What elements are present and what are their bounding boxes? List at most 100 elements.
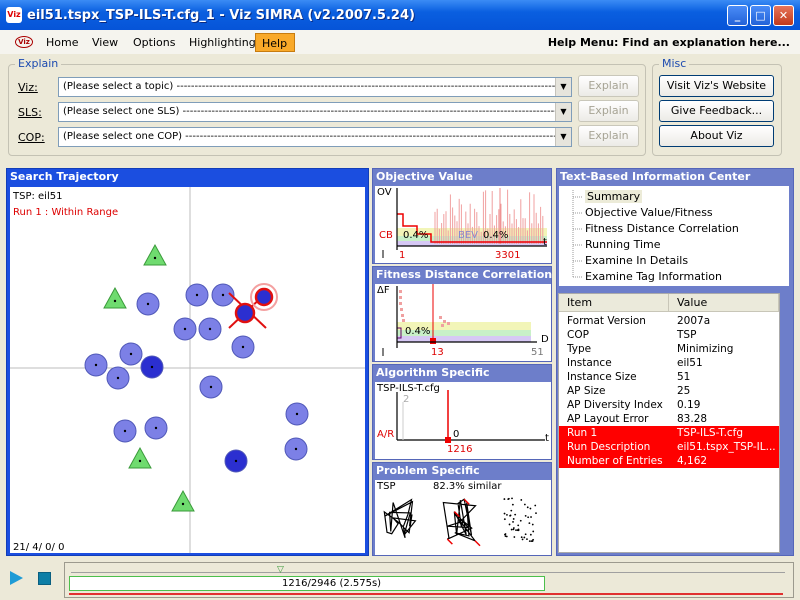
optimum-node[interactable] bbox=[103, 286, 127, 309]
stop-icon[interactable] bbox=[38, 572, 51, 585]
solution-node[interactable] bbox=[284, 437, 308, 461]
table-row[interactable]: Run 1 TSP-ILS-T.cfg bbox=[559, 426, 779, 440]
fdc-chart[interactable]: ΔF 0.4% D 13 51 bbox=[375, 284, 551, 361]
close-button[interactable]: ✕ bbox=[773, 5, 794, 26]
solution-node[interactable] bbox=[106, 366, 130, 390]
solution-node[interactable] bbox=[136, 292, 160, 316]
explain-sls-button[interactable]: Explain bbox=[578, 100, 639, 122]
menu-help[interactable]: Help bbox=[255, 33, 295, 52]
algorithm-t-label: t bbox=[545, 433, 549, 444]
algorithm-ar-label: A/R bbox=[377, 429, 395, 440]
trajectory-plot[interactable] bbox=[10, 187, 365, 553]
table-cell-item: Instance bbox=[567, 357, 612, 369]
current-tour-thumbnail bbox=[383, 498, 417, 538]
timeline-progress-text: 1216/2946 (2.575s) bbox=[282, 578, 382, 589]
optimum-node[interactable] bbox=[128, 446, 152, 469]
cop-label: COP: bbox=[18, 131, 45, 144]
table-cell-value: 51 bbox=[677, 371, 691, 383]
algorithm-panel: Algorithm Specific TSP-ILS-T.cfg 2 A/R 0… bbox=[372, 364, 552, 460]
table-row[interactable]: Instance Size 51 bbox=[559, 370, 779, 384]
table-row[interactable]: Instance eil51 bbox=[559, 356, 779, 370]
menu-highlighting[interactable]: Highlighting bbox=[183, 33, 262, 52]
explain-cop-button[interactable]: Explain bbox=[578, 125, 639, 147]
tree-item-examine-details[interactable]: Examine In Details bbox=[585, 254, 688, 267]
objective-value-chart[interactable]: OV CB 0.4% BEV 0.4% t 1 3301 bbox=[375, 186, 551, 263]
explain-viz-button[interactable]: Explain bbox=[578, 75, 639, 97]
misc-group-label: Misc bbox=[659, 57, 690, 70]
solution-node[interactable] bbox=[84, 353, 108, 377]
menu-view[interactable]: View bbox=[86, 33, 124, 52]
viz-topic-select[interactable]: (Please select a topic) ----------------… bbox=[58, 77, 572, 97]
table-row[interactable]: AP Size 25 bbox=[559, 384, 779, 398]
trajectory-run-status: Run 1 : Within Range bbox=[13, 207, 119, 218]
solution-node[interactable] bbox=[113, 419, 137, 443]
table-cell-item: AP Size bbox=[567, 385, 606, 397]
tree-item-examine-tag[interactable]: Examine Tag Information bbox=[585, 270, 722, 283]
algorithm-chart[interactable]: TSP-ILS-T.cfg 2 A/R 0 t 1216 bbox=[375, 382, 551, 459]
chevron-down-icon[interactable]: ▼ bbox=[555, 78, 571, 96]
tree-item-summary[interactable]: Summary bbox=[585, 190, 643, 203]
tree-item-running-time[interactable]: Running Time bbox=[585, 238, 661, 251]
solution-node[interactable] bbox=[119, 342, 143, 366]
table-row[interactable]: Type Minimizing bbox=[559, 342, 779, 356]
fdc-title: Fitness Distance Correlation bbox=[376, 268, 553, 281]
table-row[interactable]: AP Layout Error 83.28 bbox=[559, 412, 779, 426]
fdc-panel: Fitness Distance Correlation ΔF 0.4% D 1… bbox=[372, 266, 552, 362]
table-cell-value: 2007a bbox=[677, 315, 711, 327]
about-viz-button[interactable]: About Viz bbox=[659, 125, 774, 147]
play-icon[interactable] bbox=[10, 571, 23, 585]
solution-node[interactable] bbox=[173, 317, 197, 341]
ov-cb-label: CB bbox=[379, 230, 393, 241]
table-cell-value: TSP bbox=[677, 329, 697, 341]
sls-select[interactable]: (Please select one SLS) ----------------… bbox=[58, 102, 572, 122]
column-header-value[interactable]: Value bbox=[669, 294, 779, 312]
solution-node[interactable] bbox=[224, 449, 248, 473]
maximize-button[interactable]: □ bbox=[750, 5, 771, 26]
cities-thumbnail bbox=[503, 497, 537, 543]
table-row[interactable]: Number of Entries 4,162 bbox=[559, 454, 779, 468]
menu-options[interactable]: Options bbox=[127, 33, 181, 52]
minimize-button[interactable]: _ bbox=[727, 5, 748, 26]
search-trajectory-canvas[interactable]: TSP: eil51 Run 1 : Within Range 21/ 4/ 0… bbox=[10, 187, 365, 553]
algorithm-title: Algorithm Specific bbox=[376, 366, 490, 379]
solution-node[interactable] bbox=[198, 317, 222, 341]
title-bar[interactable]: Viz eil51.tspx_TSP-ILS-T.cfg_1 - Viz SIM… bbox=[0, 0, 800, 30]
cop-select[interactable]: (Please select one COP) ----------------… bbox=[58, 127, 572, 147]
window-title: eil51.tspx_TSP-ILS-T.cfg_1 - Viz SIMRA (… bbox=[27, 8, 415, 23]
problem-view[interactable]: TSP 82.3% similar bbox=[375, 480, 551, 555]
optimum-node[interactable] bbox=[143, 243, 167, 266]
ov-pct-left: 0.4% bbox=[403, 230, 429, 241]
fdc-x-mark: 13 bbox=[431, 347, 444, 358]
menu-home[interactable]: Home bbox=[40, 33, 84, 52]
info-center-title: Text-Based Information Center bbox=[560, 170, 751, 183]
info-tree[interactable]: Summary Objective Value/Fitness Fitness … bbox=[559, 186, 789, 286]
column-header-item[interactable]: Item bbox=[559, 294, 669, 312]
table-cell-item: Number of Entries bbox=[567, 455, 663, 467]
solution-node[interactable] bbox=[199, 375, 223, 399]
table-row[interactable]: Run Description eil51.tspx_TSP-IL... bbox=[559, 440, 779, 454]
solution-node[interactable] bbox=[140, 355, 164, 379]
algorithm-x-mark: 1216 bbox=[447, 444, 473, 455]
fdc-d-label: D bbox=[541, 334, 549, 345]
table-cell-value: eil51 bbox=[677, 357, 703, 369]
tree-item-fdc[interactable]: Fitness Distance Correlation bbox=[585, 222, 739, 235]
solution-node[interactable] bbox=[231, 335, 255, 359]
table-row[interactable]: Format Version 2007a bbox=[559, 314, 779, 328]
visit-website-button[interactable]: Visit Viz's Website bbox=[659, 75, 774, 97]
give-feedback-button[interactable]: Give Feedback... bbox=[659, 100, 774, 122]
summary-table[interactable]: Item Value Format Version 2007a COP TSP Type… bbox=[558, 293, 780, 553]
chevron-down-icon[interactable]: ▼ bbox=[555, 128, 571, 146]
timeline-track[interactable]: ▽ 1216/2946 (2.575s) bbox=[64, 562, 794, 598]
timeline-thumb-icon[interactable]: ▽ bbox=[277, 565, 284, 575]
solution-node[interactable] bbox=[185, 283, 209, 307]
problem-panel: Problem Specific TSP 82.3% similar bbox=[372, 462, 552, 556]
solution-node[interactable] bbox=[144, 416, 168, 440]
table-cell-item: Type bbox=[567, 343, 592, 355]
chevron-down-icon[interactable]: ▼ bbox=[555, 103, 571, 121]
table-row[interactable]: COP TSP bbox=[559, 328, 779, 342]
solution-node[interactable] bbox=[285, 402, 309, 426]
tree-item-objective-value[interactable]: Objective Value/Fitness bbox=[585, 206, 713, 219]
optimum-node[interactable] bbox=[171, 489, 195, 512]
table-row[interactable]: AP Diversity Index 0.19 bbox=[559, 398, 779, 412]
table-cell-value: 4,162 bbox=[677, 455, 708, 467]
